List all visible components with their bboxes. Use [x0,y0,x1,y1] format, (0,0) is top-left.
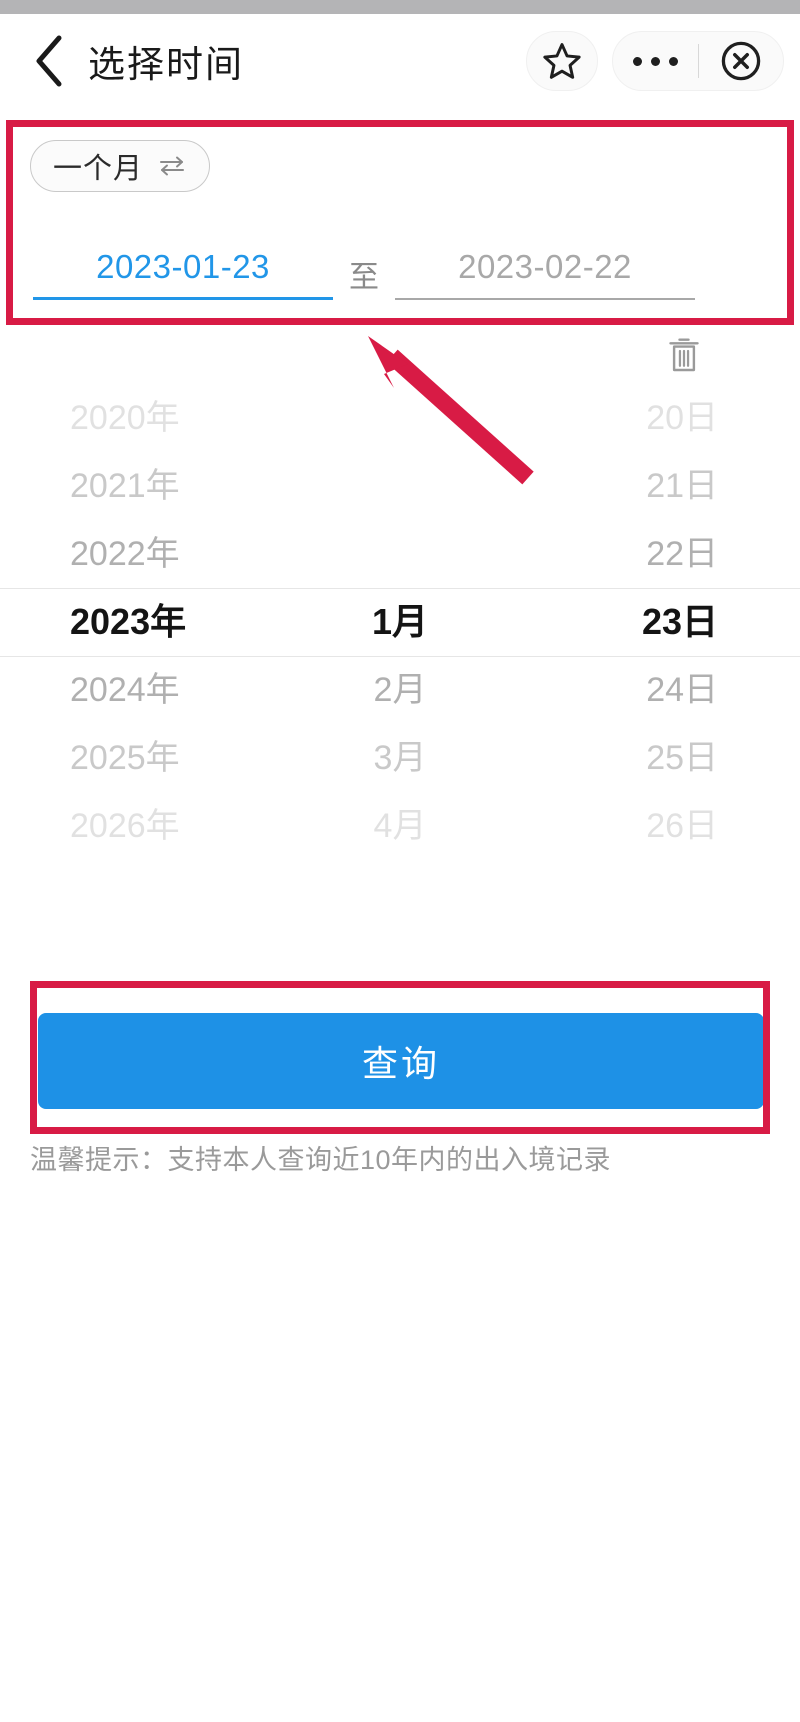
month-option[interactable]: 2月 [267,656,534,724]
year-option[interactable]: 2025年 [0,724,267,792]
date-range-panel: 一个月 2023-01-23 至 2023-02-22 [0,118,800,322]
year-option[interactable]: 2021年 [0,452,267,520]
year-option[interactable]: 2022年 [0,520,267,588]
year-option[interactable]: 2026年 [0,792,267,860]
day-option[interactable]: 25日 [533,724,800,792]
page-header: 选择时间 [0,14,800,108]
header-actions [526,31,784,91]
hint-text: 温馨提示：支持本人查询近10年内的出入境记录 [30,1145,612,1175]
month-wheel[interactable]: 1月 2月 3月 4月 [267,380,534,896]
ellipsis-icon [650,56,660,66]
trash-icon [669,338,699,372]
query-button[interactable]: 查询 [38,1013,764,1109]
star-icon [543,43,581,79]
month-option[interactable]: 3月 [267,724,534,792]
more-options-button[interactable] [613,56,698,66]
date-range-picker-screen: 选择时间 一个月 2023-01-23 至 2023-02-22 2020年 2… [0,0,800,1722]
start-date-value: 2023-01-23 [96,248,270,285]
ellipsis-icon [632,56,642,66]
end-date-underline [395,298,695,300]
day-option[interactable]: 20日 [533,384,800,452]
favorite-button[interactable] [526,31,598,91]
year-wheel[interactable]: 2020年 2021年 2022年 2023年 2024年 2025年 2026… [0,380,267,896]
day-option[interactable]: 24日 [533,656,800,724]
day-wheel[interactable]: 20日 21日 22日 23日 24日 25日 26日 [533,380,800,896]
close-button[interactable] [699,39,784,83]
header-menu-pill [612,31,784,91]
day-option[interactable]: 21日 [533,452,800,520]
date-range-separator: 至 [349,261,379,294]
day-option[interactable]: 26日 [533,792,800,860]
clear-dates-button[interactable] [660,332,708,378]
year-option[interactable]: 2024年 [0,656,267,724]
year-option-selected[interactable]: 2023年 [0,588,267,656]
back-button[interactable] [18,30,80,92]
status-bar [0,0,800,14]
date-wheel-picker[interactable]: 2020年 2021年 2022年 2023年 2024年 2025年 2026… [0,380,800,896]
swap-arrows-icon [160,156,185,176]
chevron-left-icon [36,35,62,87]
ellipsis-icon [668,56,678,66]
start-date-underline [33,297,333,300]
end-date-value: 2023-02-22 [458,248,632,285]
circle-x-icon [721,41,761,81]
page-title: 选择时间 [88,44,244,85]
day-option[interactable]: 22日 [533,520,800,588]
day-option-selected[interactable]: 23日 [533,588,800,656]
month-option[interactable]: 4月 [267,792,534,860]
month-option-selected[interactable]: 1月 [267,588,534,656]
quick-range-label: 一个月 [53,153,144,185]
quick-range-chip[interactable]: 一个月 [30,140,211,192]
end-date-field[interactable]: 2023-02-22 [395,230,695,300]
year-option[interactable]: 2020年 [0,384,267,452]
start-date-field[interactable]: 2023-01-23 [33,230,333,300]
date-inputs-row: 2023-01-23 至 2023-02-22 [0,230,800,310]
